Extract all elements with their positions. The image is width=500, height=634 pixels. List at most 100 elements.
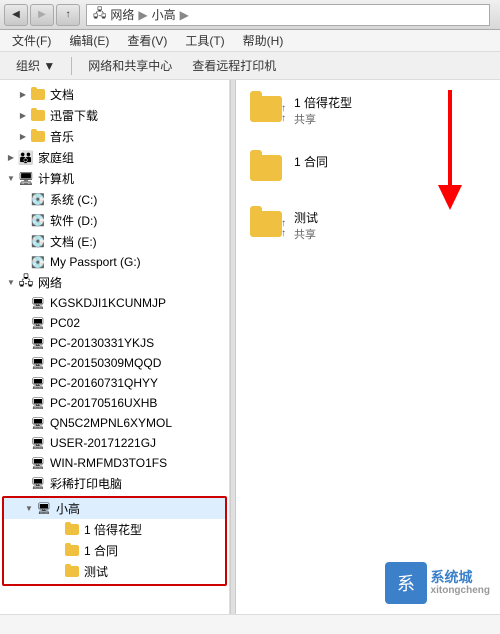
sidebar-item-pc-kgs[interactable]: 🖥 KGSKDJI1KCUNMJP (0, 293, 229, 313)
menu-view[interactable]: 查看(V) (119, 30, 175, 51)
address-icon: 🖧 (93, 4, 106, 25)
folder-icon (64, 543, 80, 559)
sidebar-item-xunlei[interactable]: 迅雷下载 (0, 105, 229, 126)
sidebar-label: USER-20171221GJ (50, 436, 156, 450)
homegroup-icon: 👪 (18, 150, 34, 166)
sidebar-label: 小高 (56, 500, 80, 517)
expand-arrow (16, 88, 30, 102)
sidebar-item-pc-2013[interactable]: 🖥 PC-20130331YKJS (0, 333, 229, 353)
sidebar-item-documents[interactable]: 文档 (0, 84, 229, 105)
folder-icon (64, 564, 80, 580)
sidebar-item-drive-c[interactable]: 💽 系统 (C:) (0, 189, 229, 210)
sidebar-item-pc02[interactable]: 🖥 PC02 (0, 313, 229, 333)
sidebar-label: 网络 (38, 274, 62, 291)
drive-icon: 💽 (30, 213, 46, 229)
folder-icon (30, 129, 46, 145)
sidebar-label: 1 倍得花型 (84, 521, 142, 538)
pc-icon: 🖥 (30, 355, 46, 371)
right-panel: ↑↑ 1 倍得花型 共享 1 合同 (236, 80, 500, 614)
pc-icon: 🖥 (30, 455, 46, 471)
drive-icon: 💽 (30, 192, 46, 208)
file-name: 测试 (294, 209, 318, 226)
sidebar-label: 文档 (E:) (50, 233, 97, 250)
file-folder-icon: ↑↑ (250, 94, 286, 124)
network-icon: 🖧 (18, 275, 34, 291)
address-folder: 小高 (152, 6, 176, 23)
network-share-button[interactable]: 网络和共享中心 (80, 55, 180, 76)
folder-icon (30, 87, 46, 103)
sidebar-item-pc-2017-16[interactable]: 🖥 PC-20170516UXHB (0, 393, 229, 413)
sidebar-item-computer[interactable]: 🖥 计算机 (0, 168, 229, 189)
file-name: 1 合同 (294, 153, 328, 170)
sidebar[interactable]: 文档 迅雷下载 音乐 👪 家庭组 🖥 计算机 💽 (0, 80, 230, 614)
file-info: 测试 共享 (294, 209, 318, 242)
drive-icon: 💽 (30, 234, 46, 250)
xiaogao-section: 🖥 小高 1 倍得花型 1 合同 测试 (2, 496, 227, 586)
computer-icon: 🖥 (18, 171, 34, 187)
sidebar-label: 彩稀打印电脑 (50, 475, 122, 492)
organize-button[interactable]: 组织 ▼ (8, 55, 63, 76)
sidebar-item-drive-e[interactable]: 💽 文档 (E:) (0, 231, 229, 252)
expand-arrow (4, 172, 18, 186)
file-shared-label: 共享 (294, 226, 318, 242)
title-bar: ◀ ▶ ↑ 🖧 网络 ▶ 小高 ▶ (0, 0, 500, 30)
folder-icon (30, 108, 46, 124)
pc-icon: 🖥 (30, 476, 46, 492)
sidebar-item-ceshi[interactable]: 测试 (4, 561, 225, 582)
remote-printer-button[interactable]: 查看远程打印机 (184, 55, 284, 76)
watermark: 系 系统城 xitongcheng (385, 562, 490, 604)
menu-edit[interactable]: 编辑(E) (61, 30, 117, 51)
drive-icon: 💽 (30, 254, 46, 270)
watermark-text: 系统城 xitongcheng (431, 569, 490, 598)
sidebar-item-win-rmf[interactable]: 🖥 WIN-RMFMD3TO1FS (0, 453, 229, 473)
nav-buttons: ◀ ▶ ↑ (4, 4, 80, 26)
sidebar-item-network[interactable]: 🖧 网络 (0, 272, 229, 293)
pc-icon: 🖥 (30, 315, 46, 331)
sidebar-item-beidehx[interactable]: 1 倍得花型 (4, 519, 225, 540)
folder-icon (64, 522, 80, 538)
sidebar-item-drive-g[interactable]: 💽 My Passport (G:) (0, 252, 229, 272)
address-bar[interactable]: 🖧 网络 ▶ 小高 ▶ (86, 4, 490, 26)
sidebar-item-homegroup[interactable]: 👪 家庭组 (0, 147, 229, 168)
status-bar (0, 614, 500, 634)
expand-arrow (4, 276, 18, 290)
toolbar: 组织 ▼ 网络和共享中心 查看远程打印机 (0, 52, 500, 80)
expand-arrow (4, 151, 18, 165)
pc-icon: 🖥 (30, 435, 46, 451)
up-button[interactable]: ↑ (56, 4, 80, 26)
file-shared-label: 共享 (294, 111, 352, 127)
sidebar-label: My Passport (G:) (50, 255, 141, 269)
pc-icon: 🖥 (36, 501, 52, 517)
expand-arrow (16, 109, 30, 123)
sidebar-label: 家庭组 (38, 149, 74, 166)
expand-arrow (16, 130, 30, 144)
sidebar-item-xiaogao[interactable]: 🖥 小高 (4, 498, 225, 519)
file-folder-icon: ↑↑ (250, 209, 286, 239)
pc-icon: 🖥 (30, 335, 46, 351)
back-button[interactable]: ◀ (4, 4, 28, 26)
menu-tools[interactable]: 工具(T) (177, 30, 232, 51)
sidebar-item-pc-2015[interactable]: 🖥 PC-20150309MQQD (0, 353, 229, 373)
pc-icon: 🖥 (30, 415, 46, 431)
watermark-icon: 系 (385, 562, 427, 604)
sidebar-item-pc-qn5[interactable]: 🖥 QN5C2MPNL6XYMOL (0, 413, 229, 433)
sidebar-label: 计算机 (38, 170, 74, 187)
sidebar-item-music[interactable]: 音乐 (0, 126, 229, 147)
address-network: 网络 (110, 6, 134, 23)
menu-file[interactable]: 文件(F) (4, 30, 59, 51)
sidebar-label: 系统 (C:) (50, 191, 97, 208)
sidebar-item-drive-d[interactable]: 💽 软件 (D:) (0, 210, 229, 231)
menu-help[interactable]: 帮助(H) (235, 30, 292, 51)
sidebar-item-hetong[interactable]: 1 合同 (4, 540, 225, 561)
file-folder-icon (250, 153, 286, 183)
svg-text:系: 系 (397, 574, 415, 594)
sidebar-item-user-2017[interactable]: 🖥 USER-20171221GJ (0, 433, 229, 453)
pc-icon: 🖥 (30, 295, 46, 311)
sidebar-label: PC-20130331YKJS (50, 336, 154, 350)
pc-icon: 🖥 (30, 395, 46, 411)
forward-button[interactable]: ▶ (30, 4, 54, 26)
sidebar-label: 测试 (84, 563, 108, 580)
sidebar-item-pc-2016[interactable]: 🖥 PC-20160731QHYY (0, 373, 229, 393)
sidebar-item-caixi[interactable]: 🖥 彩稀打印电脑 (0, 473, 229, 494)
sidebar-label: 软件 (D:) (50, 212, 97, 229)
